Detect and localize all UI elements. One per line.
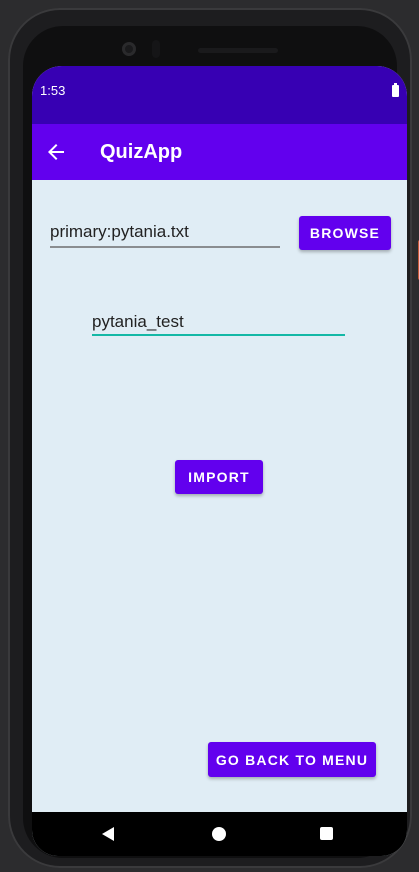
nav-back-icon[interactable] bbox=[102, 827, 114, 841]
nav-home-icon[interactable] bbox=[212, 827, 226, 841]
earpiece-speaker bbox=[198, 48, 278, 53]
go-back-to-menu-button[interactable]: GO BACK TO MENU bbox=[208, 742, 376, 777]
app-title: QuizApp bbox=[100, 141, 183, 163]
import-screen: primary:pytania.txt BROWSE IMPORT GO BAC… bbox=[32, 180, 407, 812]
battery-icon bbox=[392, 83, 399, 97]
status-bar: 1:53 bbox=[32, 66, 407, 124]
proximity-sensor bbox=[152, 40, 160, 58]
phone-frame: 1:53 QuizApp primary:pytania.txt BROWSE … bbox=[8, 8, 419, 868]
screen: 1:53 QuizApp primary:pytania.txt BROWSE … bbox=[32, 66, 407, 856]
app-bar: QuizApp bbox=[32, 124, 407, 180]
navigation-bar bbox=[32, 812, 407, 856]
status-time: 1:53 bbox=[40, 83, 66, 98]
browse-button[interactable]: BROWSE bbox=[299, 216, 391, 250]
front-camera bbox=[122, 42, 136, 56]
import-button[interactable]: IMPORT bbox=[175, 460, 263, 494]
nav-recents-icon[interactable] bbox=[320, 827, 333, 840]
file-path-field: primary:pytania.txt bbox=[50, 216, 280, 248]
arrow-left-icon[interactable] bbox=[44, 140, 68, 164]
quiz-name-input[interactable] bbox=[92, 304, 345, 336]
